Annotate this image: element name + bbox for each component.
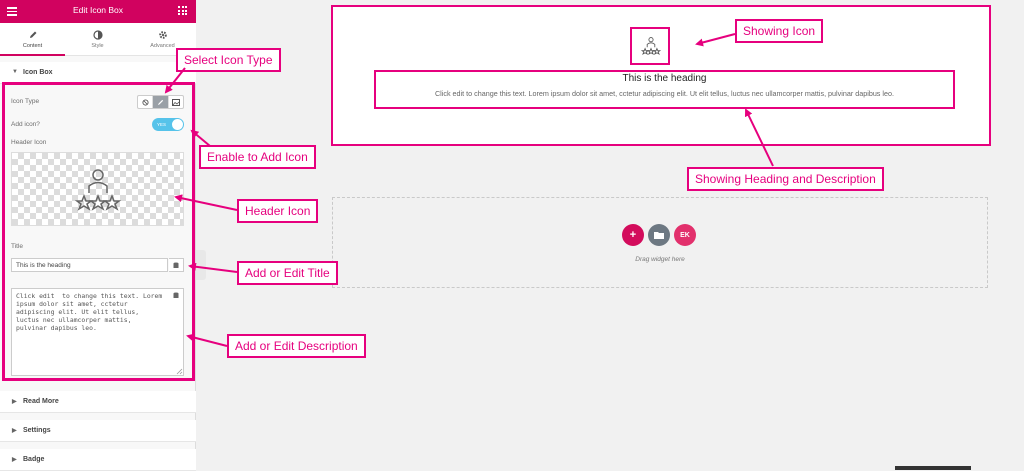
pencil-icon xyxy=(29,31,36,38)
callout-select-icon-type: Select Icon Type xyxy=(176,48,281,72)
caret-right-icon: ▶ xyxy=(12,428,17,434)
tab-content-label: Content xyxy=(22,43,43,49)
folder-icon xyxy=(654,232,664,239)
caret-right-icon: ▶ xyxy=(12,399,17,405)
plus-icon: + xyxy=(629,229,637,241)
section-settings-label: Settings xyxy=(23,426,51,434)
drag-widget-hint: Drag widget here xyxy=(635,256,685,263)
callout-showing-heading-description: Showing Heading and Description xyxy=(687,167,884,191)
section-icon-box[interactable]: ▼ Icon Box xyxy=(0,62,196,84)
tab-advanced-label: Advanced xyxy=(150,43,175,49)
callout-add-edit-title: Add or Edit Title xyxy=(237,261,338,285)
panel-tabs: Content Style Advanced xyxy=(0,23,196,56)
section-read-more[interactable]: ▶ Read More xyxy=(0,391,196,413)
panel-collapse-handle[interactable] xyxy=(196,250,206,280)
add-section-button[interactable]: + xyxy=(622,224,644,246)
callout-showing-icon: Showing Icon xyxy=(735,19,824,43)
elementskit-button[interactable]: EK xyxy=(674,224,696,246)
panel-title: Edit Icon Box xyxy=(72,5,124,15)
tab-style-label: Style xyxy=(91,43,104,49)
callout-add-edit-description: Add or Edit Description xyxy=(227,334,366,358)
panel-highlight xyxy=(2,82,195,381)
preview-description: Click edit to change this text. Lorem ip… xyxy=(434,89,894,98)
section-icon-box-label: Icon Box xyxy=(23,68,53,76)
section-badge-label: Badge xyxy=(23,455,45,463)
preview-heading: This is the heading xyxy=(622,73,707,84)
tab-style[interactable]: Style xyxy=(65,23,130,56)
callout-enable-add-icon: Enable to Add Icon xyxy=(199,145,316,169)
tab-content[interactable]: Content xyxy=(0,23,65,56)
panel-header: Edit Icon Box xyxy=(0,0,196,23)
section-read-more-label: Read More xyxy=(23,397,59,405)
section-settings[interactable]: ▶ Settings xyxy=(0,420,196,442)
widgets-grid-icon[interactable] xyxy=(178,6,187,15)
preview-icon-frame[interactable] xyxy=(630,27,670,65)
section-badge[interactable]: ▶ Badge xyxy=(0,449,196,471)
contrast-icon xyxy=(92,30,103,40)
gear-icon xyxy=(158,31,167,39)
elementskit-logo-icon: EK xyxy=(680,231,690,239)
team-stars-icon xyxy=(640,37,662,56)
callout-header-icon: Header Icon xyxy=(237,199,319,223)
caret-down-icon: ▼ xyxy=(12,69,18,75)
preview-heading-frame[interactable]: This is the heading Click edit to change… xyxy=(374,70,955,109)
bottom-bar xyxy=(895,466,971,470)
caret-right-icon: ▶ xyxy=(12,457,17,463)
template-library-button[interactable] xyxy=(648,224,670,246)
